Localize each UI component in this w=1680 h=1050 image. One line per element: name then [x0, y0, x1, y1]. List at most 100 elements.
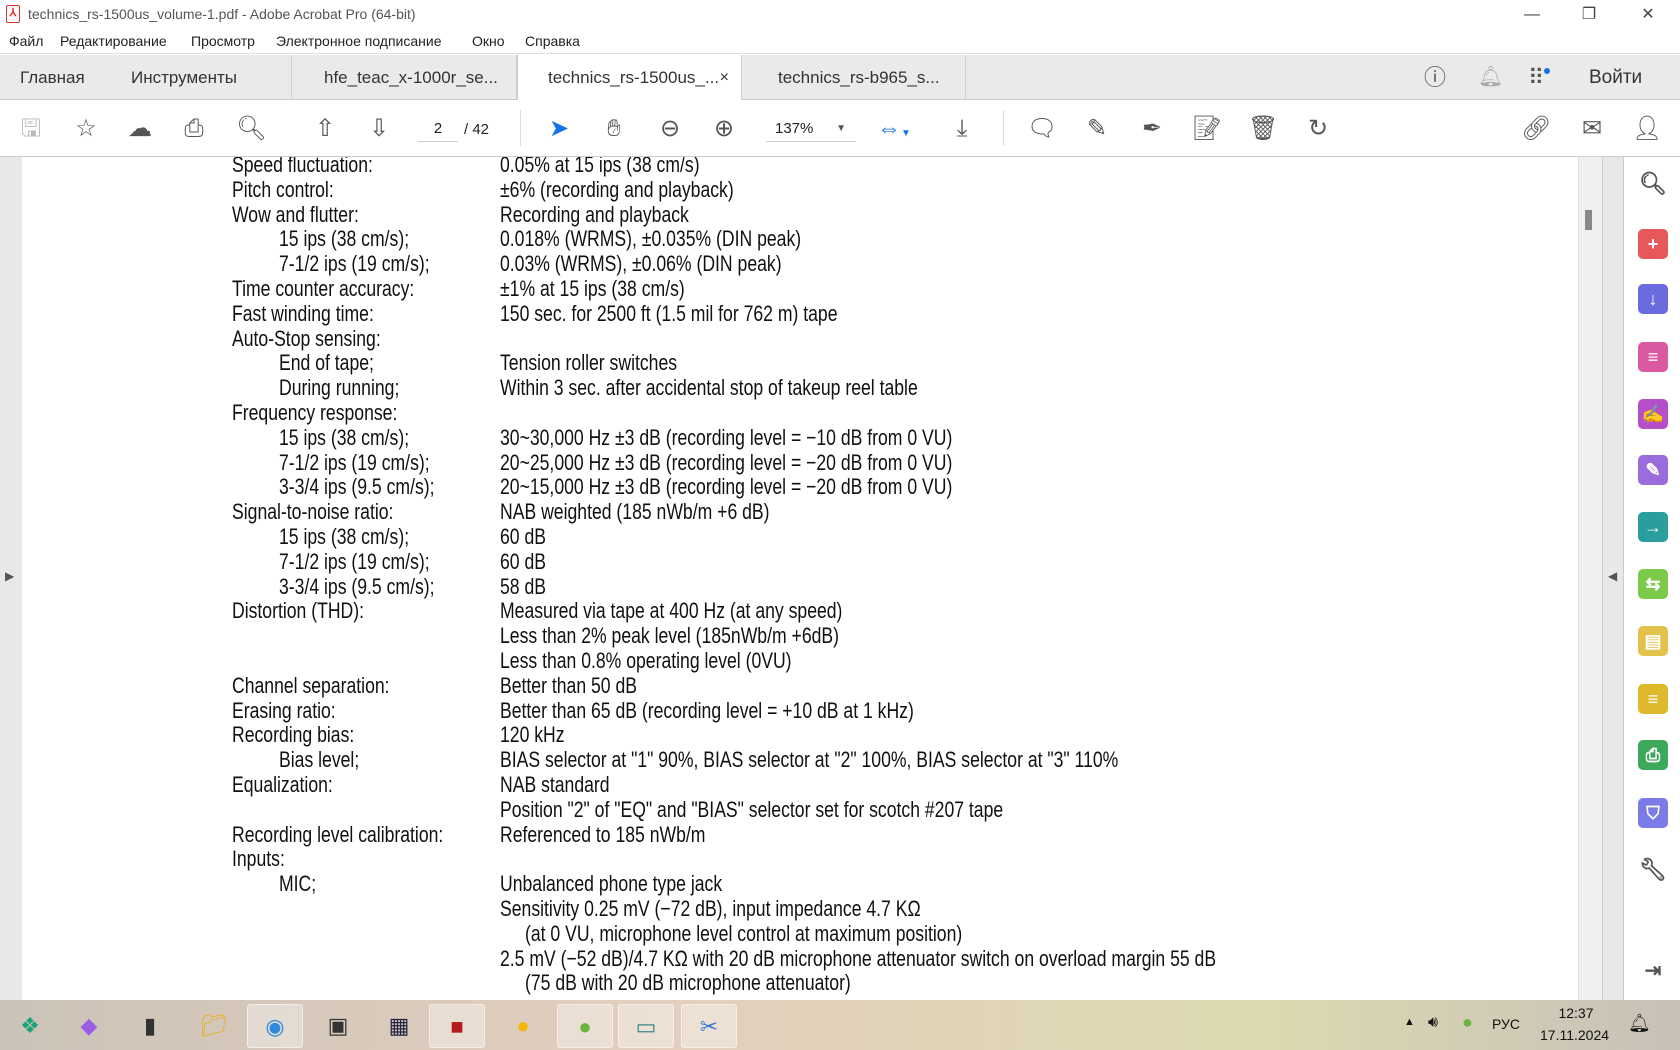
app-icon-sc[interactable]: ▦	[371, 1004, 427, 1048]
spec-label: 3-3/4 ips (9.5 cm/s);	[279, 573, 435, 599]
app-icon-window[interactable]: ▭	[618, 1004, 674, 1048]
notifications-icon[interactable]: 🔔︎	[1628, 1013, 1651, 1034]
zoom-in-icon[interactable]: ⊕	[709, 114, 739, 144]
search-icon[interactable]: 🔍︎	[236, 114, 266, 144]
app-icon-cassette[interactable]: ▣	[310, 1004, 366, 1048]
menu-esign[interactable]: Электронное подписание	[276, 33, 442, 49]
send-review-icon[interactable]: →	[1638, 512, 1668, 542]
organize-pages-icon[interactable]: ≡	[1638, 342, 1668, 372]
clock-date[interactable]: 17.11.2024	[1540, 1027, 1609, 1043]
spec-value: 0.018% (WRMS), ±0.035% (DIN peak)	[500, 226, 802, 252]
apps-grid-icon[interactable]: ⠿	[1528, 55, 1550, 100]
export-pdf-icon[interactable]: ↓	[1638, 284, 1668, 314]
close-button[interactable]: ✕	[1628, 2, 1668, 28]
protect-icon[interactable]: ⛉	[1638, 798, 1668, 828]
menu-bar: Файл Редактирование Просмотр Электронное…	[0, 30, 1680, 54]
language-indicator[interactable]: РУС	[1492, 1016, 1520, 1032]
fit-page-icon[interactable]: ⇔▼	[877, 114, 911, 144]
enhance-scan-icon[interactable]: 🔍︎	[1638, 169, 1668, 199]
left-panel-toggle-icon[interactable]: ▶	[5, 569, 14, 583]
share-link-icon[interactable]: 🔗︎	[1521, 114, 1551, 144]
create-pdf-icon[interactable]: +	[1638, 229, 1668, 259]
star-icon[interactable]: ☆	[71, 114, 101, 144]
minimize-button[interactable]: —	[1512, 2, 1552, 28]
bell-icon[interactable]: 🔔︎	[1478, 55, 1503, 100]
tools-pane: 🔍︎ + ↓ ≡ ✍ ✎ → ⇆ ▤ ≡ ⎙ ⛉ 🔧︎ ⇥	[1623, 157, 1680, 1000]
rotate-icon[interactable]: ↻	[1303, 114, 1333, 144]
help-icon[interactable]: ⓘ	[1424, 55, 1446, 100]
comment-bubble-icon[interactable]: ≡	[1638, 684, 1668, 714]
mail-icon[interactable]: ✉	[1577, 114, 1607, 144]
tab-document-1[interactable]: hfe_teac_x-1000r_se...	[291, 55, 517, 100]
tab-document-2[interactable]: technics_rs-1500us_... ×	[517, 55, 742, 101]
spec-value: 20~15,000 Hz ±3 dB (recording level = −2…	[500, 474, 953, 500]
save-icon[interactable]: 🖫	[16, 114, 46, 144]
zoom-select[interactable]: 137% ▼	[766, 116, 856, 142]
scroll-thumb[interactable]	[1585, 210, 1592, 230]
acrobat-taskbar-icon[interactable]: ■	[429, 1004, 485, 1048]
comment-icon[interactable]: 🗨︎	[1027, 114, 1057, 144]
menu-file[interactable]: Файл	[9, 33, 43, 49]
zoom-out-icon[interactable]: ⊖	[655, 114, 685, 144]
trash-icon[interactable]: 🗑︎	[1248, 114, 1278, 144]
next-page-icon[interactable]: ⇩	[364, 114, 394, 144]
start-button[interactable]: ❖	[2, 1004, 58, 1048]
spec-label: MIC;	[279, 871, 317, 897]
file-explorer-icon[interactable]: 📁︎	[186, 1004, 242, 1048]
tab-home[interactable]: Главная	[20, 55, 85, 100]
spec-label: Channel separation:	[232, 672, 390, 698]
comment-tool-icon[interactable]: ▤	[1638, 626, 1668, 656]
highlight-icon[interactable]: ✎	[1082, 114, 1112, 144]
clock-time[interactable]: 12:37	[1556, 1005, 1596, 1021]
spec-row: 2.5 mV (−52 dB)/4.7 KΩ with 20 dB microp…	[22, 946, 1522, 971]
compare-icon[interactable]: ⇆	[1638, 569, 1668, 599]
prev-page-icon[interactable]: ⇧	[310, 114, 340, 144]
vertical-scrollbar[interactable]	[1578, 157, 1602, 1000]
app-icon-pre[interactable]: ◆	[61, 1004, 117, 1048]
menu-help[interactable]: Справка	[525, 33, 580, 49]
select-pointer-icon[interactable]: ➤	[544, 114, 574, 144]
menu-edit[interactable]: Редактирование	[60, 33, 167, 49]
tray-overflow-icon[interactable]: ▲	[1404, 1016, 1415, 1028]
app-icon-terminal[interactable]: ▮	[122, 1004, 178, 1048]
sign-icon[interactable]: ✒	[1137, 114, 1167, 144]
spec-row: Inputs:	[22, 846, 1522, 871]
more-tools-icon[interactable]: 🔧︎	[1638, 855, 1668, 885]
spec-label: 3-3/4 ips (9.5 cm/s);	[279, 474, 435, 500]
menu-window[interactable]: Окно	[472, 33, 505, 49]
spec-row: 7-1/2 ips (19 cm/s); 0.03% (WRMS), ±0.06%…	[22, 251, 1522, 276]
edit-pdf-icon[interactable]: 📝︎	[1192, 114, 1222, 144]
tab-tools[interactable]: Инструменты	[131, 55, 237, 100]
print-icon[interactable]: ⎙	[179, 114, 209, 144]
add-user-icon[interactable]: 👤︎	[1632, 114, 1662, 144]
spec-value: NAB weighted (185 nWb/m +6 dB)	[500, 499, 770, 525]
cloud-upload-icon[interactable]: ☁	[125, 114, 155, 144]
toolbar: 🖫 ☆ ☁ ⎙ 🔍︎ ⇧ ⇩ 2 / 42 ➤ ✋︎ ⊖ ⊕ 137% ▼ ⇔▼ …	[0, 100, 1680, 157]
signin-button[interactable]: Войти	[1589, 55, 1642, 100]
collapse-tools-icon[interactable]: ◀	[1608, 569, 1617, 583]
collapse-pane-icon[interactable]: ⇥	[1638, 956, 1668, 986]
spec-row: Time counter accuracy: ±1% at 15 ips (38 …	[22, 276, 1522, 301]
request-signature-icon[interactable]: ✍	[1638, 399, 1668, 429]
spec-row: During running; Within 3 sec. after accid…	[22, 375, 1522, 400]
chrome-icon[interactable]: ◉	[247, 1004, 303, 1048]
scroll-mode-icon[interactable]: ⤓	[947, 114, 977, 144]
spec-value: Unbalanced phone type jack	[500, 871, 723, 897]
hand-tool-icon[interactable]: ✋︎	[599, 114, 629, 144]
spec-value: BIAS selector at "1" 90%, BIAS selector …	[500, 747, 1119, 773]
app-icon-snipping[interactable]: ✂	[681, 1004, 737, 1048]
page-number-input[interactable]: 2	[418, 116, 458, 142]
volume-icon[interactable]: 🔊︎	[1428, 1014, 1438, 1032]
spec-row: Sensitivity 0.25 mV (−72 dB), input impe…	[22, 896, 1522, 921]
spec-label: 15 ips (38 cm/s);	[279, 226, 410, 252]
utorrent-tray-icon[interactable]: ●	[1462, 1012, 1473, 1033]
close-tab-icon[interactable]: ×	[720, 55, 729, 100]
app-icon-aimp[interactable]: ●	[495, 1004, 551, 1048]
tab-document-3[interactable]: technics_rs-b965_s...	[742, 55, 966, 100]
restore-button[interactable]: ❐	[1569, 2, 1609, 28]
spec-value: Better than 50 dB	[500, 672, 637, 698]
menu-view[interactable]: Просмотр	[191, 33, 255, 49]
utorrent-icon[interactable]: ●	[557, 1004, 613, 1048]
fill-sign-icon[interactable]: ✎	[1638, 455, 1668, 485]
print-production-icon[interactable]: ⎙	[1638, 740, 1668, 770]
